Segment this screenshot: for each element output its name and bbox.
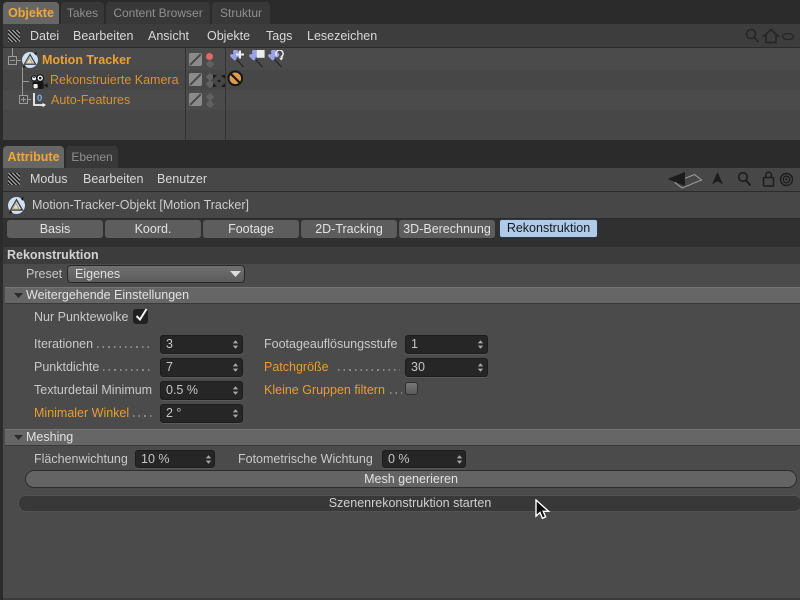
svg-text:0: 0	[37, 93, 42, 104]
